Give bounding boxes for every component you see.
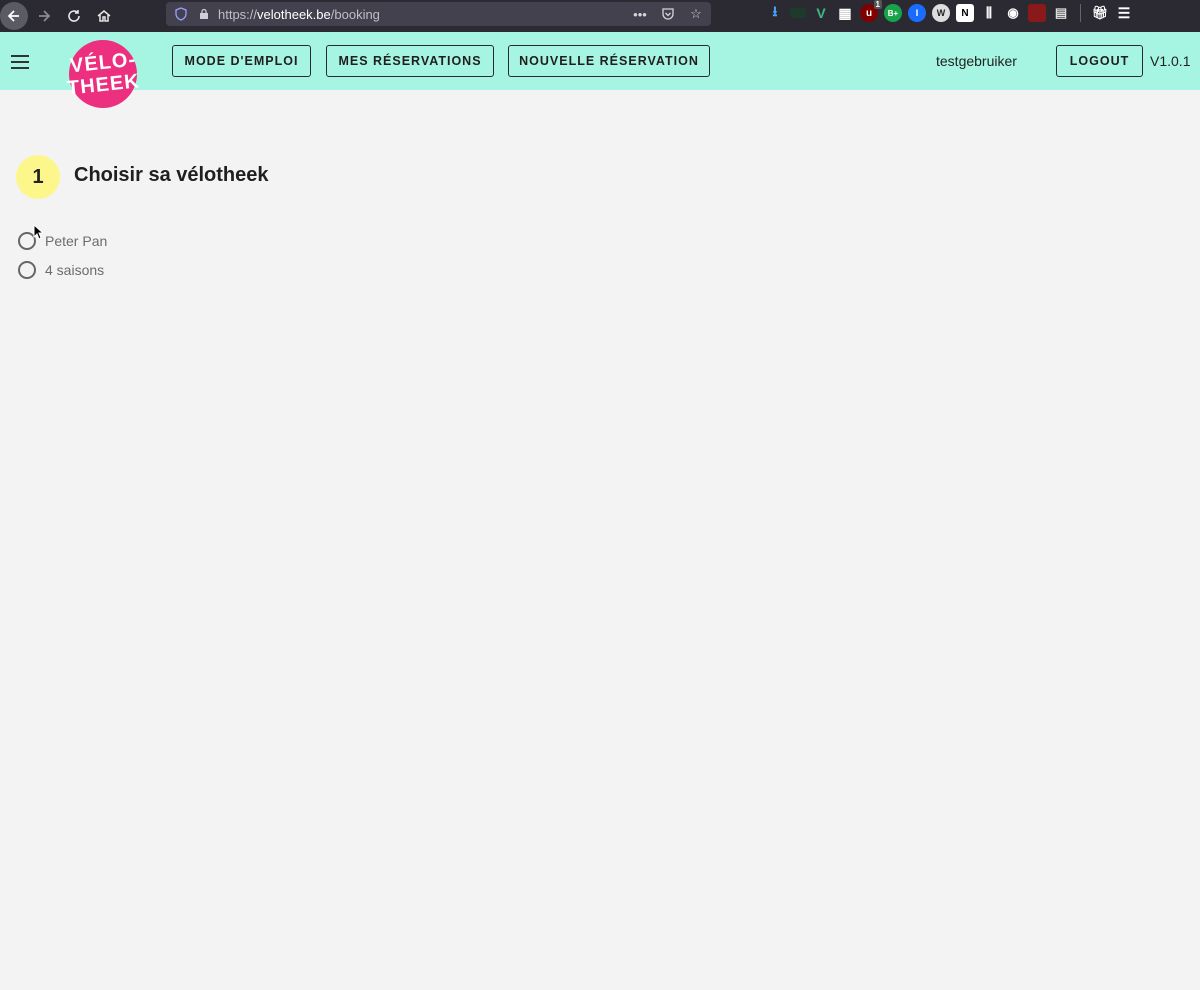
radio-option-4-saisons[interactable]: 4 saisons — [18, 261, 104, 279]
extension-tray: ⭳ V ▦ u1 B+ I W N ⫼ ◉ ▤ 🎁︎ ☰ — [766, 0, 1133, 22]
onepassword-icon[interactable]: I — [908, 4, 926, 22]
w-extension-icon[interactable]: W — [932, 4, 950, 22]
browser-toolbar: https://velotheek.be/booking ••• ☆ ⭳ V ▦… — [0, 0, 1200, 32]
home-icon — [97, 10, 111, 22]
vue-devtools-icon[interactable]: V — [812, 4, 830, 22]
logout-button[interactable]: LOGOUT — [1056, 45, 1143, 77]
radio-label[interactable]: 4 saisons — [45, 262, 104, 278]
arrow-left-icon — [7, 10, 19, 22]
divider-icon — [1080, 4, 1081, 22]
url-scheme: https:// — [218, 6, 258, 22]
home-button[interactable] — [90, 2, 118, 30]
more-options-icon[interactable]: ••• — [631, 5, 649, 23]
url-text: https://velotheek.be/booking — [218, 7, 380, 22]
reload-button[interactable] — [60, 2, 88, 30]
hamburger-menu-icon[interactable] — [11, 55, 29, 69]
arrow-right-icon — [39, 10, 51, 22]
url-host: velotheek.be — [257, 6, 331, 22]
url-path: /booking — [330, 6, 380, 22]
pocket-icon[interactable] — [659, 5, 677, 23]
grid-extension-icon[interactable]: ▦ — [836, 4, 854, 22]
account-icon[interactable]: ◉ — [1004, 4, 1022, 22]
ublock-icon[interactable]: u1 — [860, 0, 882, 22]
radio-label[interactable]: Peter Pan — [45, 233, 107, 249]
step-number-badge: 1 — [16, 155, 60, 199]
extension-badge: 1 — [873, 0, 882, 9]
document-icon[interactable]: ▤ — [1052, 4, 1070, 22]
step-title: Choisir sa vélotheek — [74, 164, 269, 186]
menu-icon[interactable]: ☰ — [1115, 4, 1133, 22]
reload-icon — [68, 10, 80, 22]
back-button[interactable] — [0, 2, 28, 30]
radio-button[interactable] — [18, 261, 36, 279]
red-extension-icon[interactable] — [1028, 4, 1046, 22]
download-icon[interactable]: ⭳ — [766, 3, 784, 22]
bplus-extension-icon[interactable]: B+ — [884, 4, 902, 22]
lock-icon[interactable] — [198, 8, 210, 20]
nouvelle-reservation-button[interactable]: NOUVELLE RÉSERVATION — [508, 45, 710, 77]
mode-emploi-button[interactable]: MODE D'EMPLOI — [172, 45, 311, 77]
notion-icon[interactable]: N — [956, 4, 974, 22]
shield-icon[interactable] — [174, 7, 188, 21]
version-label: V1.0.1 — [1150, 53, 1191, 69]
forward-button[interactable] — [30, 2, 58, 30]
extension-dark-icon[interactable] — [790, 8, 806, 18]
app-header: MODE D'EMPLOI MES RÉSERVATIONS NOUVELLE … — [0, 32, 1200, 90]
library-icon[interactable]: ⫼ — [980, 4, 998, 22]
address-bar[interactable]: https://velotheek.be/booking ••• ☆ — [166, 2, 711, 26]
velotheek-logo[interactable]: VÉLO- THEEK — [66, 40, 140, 108]
gift-icon[interactable]: 🎁︎ — [1091, 4, 1109, 22]
mouse-cursor-icon — [33, 224, 43, 240]
username: testgebruiker — [936, 53, 1017, 69]
mes-reservations-button[interactable]: MES RÉSERVATIONS — [326, 45, 494, 77]
bookmark-star-icon[interactable]: ☆ — [687, 5, 705, 23]
radio-option-peter-pan[interactable]: Peter Pan — [18, 232, 107, 250]
